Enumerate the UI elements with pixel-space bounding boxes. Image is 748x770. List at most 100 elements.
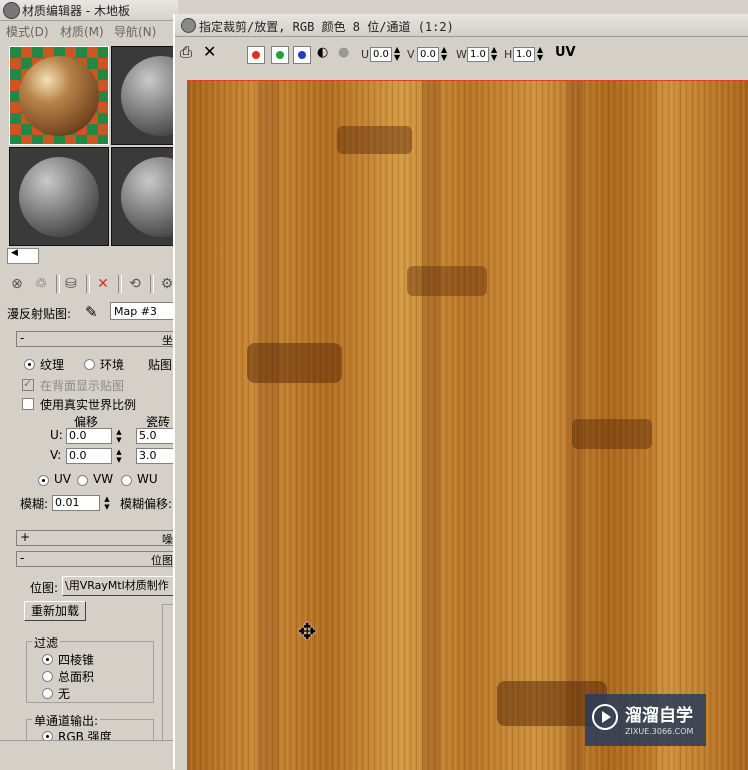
- sample-sphere: [19, 157, 99, 237]
- green-channel-button[interactable]: [271, 46, 289, 64]
- uv-label: UV: [54, 472, 71, 486]
- toolbar-separator: [118, 275, 122, 293]
- texture-radio[interactable]: [24, 359, 35, 370]
- watermark-url: ZIXUE.3066.COM: [625, 727, 694, 736]
- blur-offset-label: 模糊偏移:: [120, 497, 173, 511]
- rollout-title: 噪: [162, 533, 173, 546]
- app-icon: [3, 2, 20, 19]
- real-world-scale-label: 使用真实世界比例: [40, 398, 137, 412]
- wood-grain-texture: [187, 81, 748, 770]
- environ-label: 环境: [100, 358, 125, 372]
- blur-field[interactable]: 0.01: [52, 495, 100, 511]
- mono-icon[interactable]: ◐: [317, 45, 328, 60]
- blur-label: 模糊:: [20, 497, 49, 511]
- blue-channel-icon: [298, 51, 306, 59]
- wu-label: WU: [137, 472, 158, 486]
- image-viewer-window: 指定裁剪/放置, RGB 颜色 8 位/通道 (1:2) ⎙ ✕ ◐ ● U 0…: [173, 14, 748, 770]
- map-name-field[interactable]: Map #3: [110, 302, 180, 320]
- vw-label: VW: [93, 472, 114, 486]
- none-label: 无: [58, 687, 71, 701]
- blur-spinner[interactable]: ▲ ▼: [102, 495, 112, 511]
- viewer-titlebar[interactable]: 指定裁剪/放置, RGB 颜色 8 位/通道 (1:2): [175, 14, 748, 37]
- v-label: V: [407, 48, 415, 61]
- w-label: W: [456, 48, 467, 61]
- show-map-on-back-label: 在背面显示贴图: [40, 379, 125, 393]
- mono-output-label: 单通道输出:: [32, 712, 101, 729]
- blue-channel-button[interactable]: [293, 46, 311, 64]
- v-offset-field[interactable]: 0.0: [66, 448, 112, 464]
- show-map-on-back-checkbox[interactable]: [22, 377, 34, 391]
- material-editor-window: 材质编辑器 - 木地板 模式(D) 材质(M) 导航(N) ◀ ⊗ ♲ ⛁ ✕ …: [0, 0, 211, 769]
- scroll-left-arrow-icon[interactable]: ◀: [11, 248, 18, 258]
- h-spinner[interactable]: ▲ ▼: [537, 46, 543, 62]
- rollout-title: 坐: [162, 334, 173, 347]
- red-channel-button[interactable]: [247, 46, 265, 64]
- print-icon[interactable]: ⎙: [180, 43, 192, 61]
- material-sample-slots: [7, 46, 211, 246]
- assign-to-selection-icon[interactable]: ⛁: [62, 275, 80, 293]
- uv-radio[interactable]: [38, 475, 49, 486]
- diffuse-map-row: 漫反射贴图: ✎ Map #3: [5, 302, 180, 322]
- rollout-collapse-sign: -: [20, 331, 25, 345]
- toolbar-separator: [86, 275, 90, 293]
- uv-button[interactable]: UV: [555, 45, 576, 60]
- u-offset-spinner[interactable]: ▲ ▼: [114, 428, 124, 444]
- u-field[interactable]: 0.0: [370, 47, 392, 62]
- summed-area-label: 总面积: [58, 670, 95, 684]
- alpha-icon[interactable]: ●: [338, 45, 349, 60]
- w-spinner[interactable]: ▲ ▼: [491, 46, 497, 62]
- sample-slot-active[interactable]: [9, 46, 109, 145]
- sample-slot[interactable]: [9, 147, 109, 246]
- rollout-collapse-sign: -: [20, 551, 25, 565]
- material-editor-titlebar[interactable]: 材质编辑器 - 木地板: [0, 0, 178, 21]
- get-material-icon[interactable]: ⊗: [8, 275, 26, 293]
- watermark-logo: 溜溜自学 ZIXUE.3066.COM: [585, 694, 706, 746]
- make-copy-icon[interactable]: ⟲: [126, 275, 144, 293]
- bitmap-path-button[interactable]: \用VRayMtl材质制作木: [62, 576, 176, 596]
- real-world-scale-checkbox[interactable]: [22, 398, 34, 410]
- noise-rollout-header[interactable]: + 噪: [16, 530, 176, 546]
- wu-radio[interactable]: [121, 475, 132, 486]
- v-tiling-field[interactable]: 3.0: [136, 448, 176, 464]
- menu-bar: 模式(D) 材质(M) 导航(N): [0, 21, 178, 41]
- coordinates-rollout-header[interactable]: - 坐: [16, 331, 176, 347]
- wood-texture-image[interactable]: ✥: [187, 80, 748, 770]
- v-offset-spinner[interactable]: ▲ ▼: [114, 448, 124, 464]
- menu-mode[interactable]: 模式(D): [6, 23, 49, 40]
- filtering-label: 过滤: [32, 634, 61, 651]
- u-tiling-field[interactable]: 5.0: [136, 428, 176, 444]
- delete-icon[interactable]: ✕: [94, 275, 112, 293]
- v-spinner[interactable]: ▲ ▼: [441, 46, 447, 62]
- u-spinner[interactable]: ▲ ▼: [394, 46, 400, 62]
- put-to-scene-icon[interactable]: ♲: [32, 275, 50, 293]
- environ-radio[interactable]: [84, 359, 95, 370]
- green-channel-icon: [276, 51, 284, 59]
- background-window-strip: [178, 0, 748, 14]
- pyramidal-radio[interactable]: [42, 654, 53, 665]
- bottom-scrollbar[interactable]: [0, 740, 178, 770]
- wood-sample-sphere: [19, 56, 99, 136]
- u-label: U: [361, 48, 370, 61]
- viewer-toolbar: ⎙ ✕ ◐ ● U 0.0 ▲ ▼ V 0.0 ▲ ▼ W 1.0 ▲ ▼ H 1.0…: [175, 39, 748, 67]
- h-field[interactable]: 1.0: [513, 47, 535, 62]
- bitmap-rollout-header[interactable]: - 位图: [16, 551, 176, 567]
- close-icon[interactable]: ✕: [203, 42, 216, 61]
- bitmap-label: 位图:: [30, 581, 59, 595]
- toolbar-separator: [150, 275, 154, 293]
- eyedropper-icon[interactable]: ✎: [85, 303, 98, 321]
- v-field[interactable]: 0.0: [417, 47, 439, 62]
- u-offset-field[interactable]: 0.0: [66, 428, 112, 444]
- reload-button[interactable]: 重新加载: [24, 601, 86, 621]
- u-label: U:: [50, 428, 63, 442]
- none-radio[interactable]: [42, 688, 53, 699]
- slot-scrollbar[interactable]: ◀: [7, 248, 39, 264]
- app-icon: [181, 18, 196, 33]
- v-label: V:: [50, 448, 62, 462]
- h-label: H: [504, 48, 513, 61]
- vw-radio[interactable]: [77, 475, 88, 486]
- w-field[interactable]: 1.0: [467, 47, 489, 62]
- menu-navigation[interactable]: 导航(N): [114, 23, 156, 40]
- summed-area-radio[interactable]: [42, 671, 53, 682]
- viewer-title: 指定裁剪/放置, RGB 颜色 8 位/通道 (1:2): [199, 20, 454, 34]
- menu-material[interactable]: 材质(M): [60, 23, 104, 40]
